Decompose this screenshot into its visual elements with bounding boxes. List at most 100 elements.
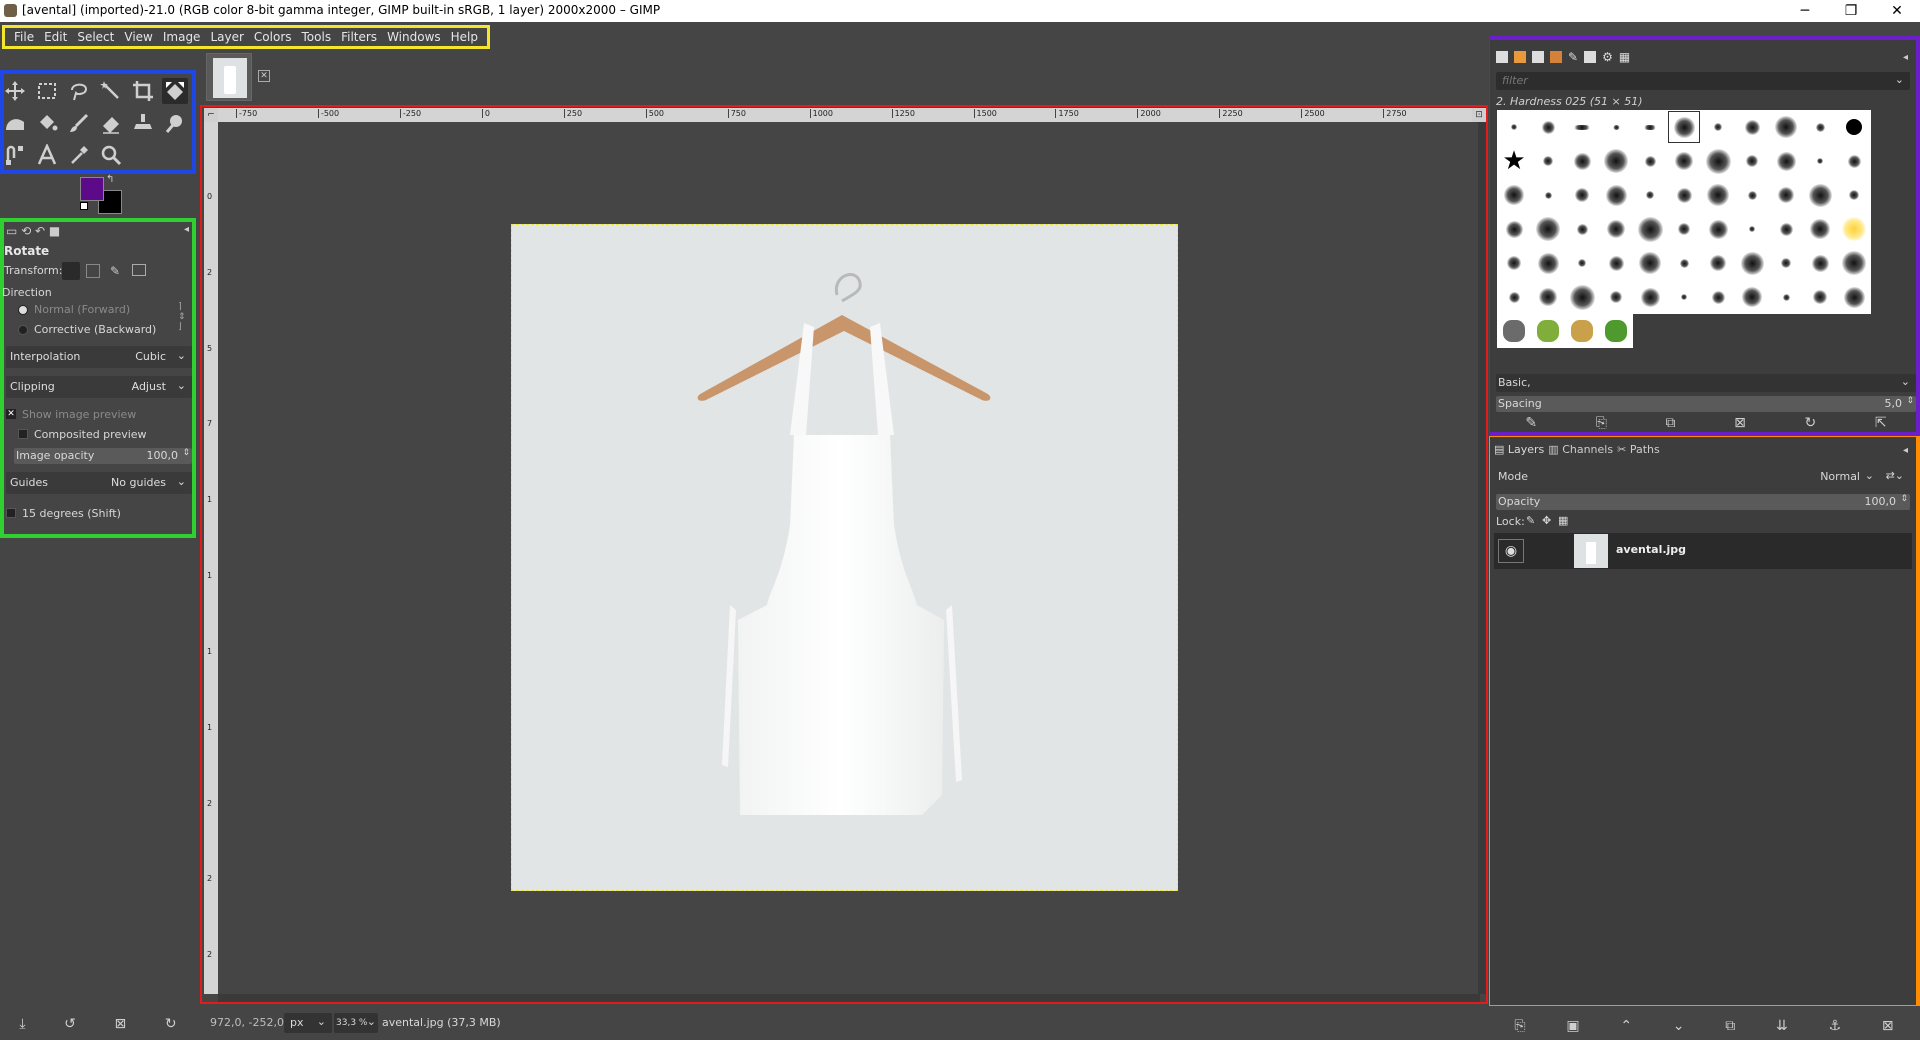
clone-icon[interactable]: [130, 110, 156, 136]
brush-preview[interactable]: [1599, 212, 1633, 246]
lock-pixels-icon[interactable]: ✎: [1526, 514, 1535, 527]
brushes-tab-icon[interactable]: [1496, 51, 1508, 63]
guides-select[interactable]: Guides No guides ⌄: [6, 472, 192, 494]
swap-colors-icon[interactable]: ↰: [106, 174, 114, 185]
paintbrush-icon[interactable]: [66, 110, 92, 136]
brush-preview[interactable]: ★: [1497, 144, 1531, 178]
brush-preview[interactable]: [1565, 314, 1599, 348]
duplicate-layer-icon[interactable]: ⧉: [1725, 1018, 1735, 1034]
eraser-icon[interactable]: [98, 110, 124, 136]
tool-presets-tab-icon[interactable]: ⚙: [1602, 50, 1613, 64]
brush-preview[interactable]: [1497, 178, 1531, 212]
menu-layer[interactable]: Layer: [205, 30, 248, 44]
corrective-backward-radio[interactable]: [18, 325, 28, 335]
mode-switch-icon[interactable]: ⇄⌄: [1886, 469, 1904, 482]
unit-select[interactable]: px ⌄: [284, 1013, 332, 1033]
horizontal-scrollbar[interactable]: [218, 994, 1480, 1002]
zoom-select[interactable]: 33,3 % ⌄: [334, 1013, 378, 1033]
interpolation-select[interactable]: Interpolation Cubic ⌄: [6, 346, 192, 368]
eye-icon[interactable]: ◉: [1498, 539, 1524, 563]
menu-file[interactable]: File: [9, 30, 39, 44]
brush-preview[interactable]: [1701, 280, 1735, 314]
paint-dynamics-tab-icon[interactable]: ✎: [1568, 50, 1578, 64]
palettes-tab-icon[interactable]: [1584, 51, 1597, 63]
brush-preview[interactable]: [1531, 110, 1565, 144]
brush-preview[interactable]: [1701, 110, 1735, 144]
brush-preview[interactable]: [1837, 246, 1871, 280]
transform-layer-button[interactable]: [62, 262, 80, 280]
brush-preview[interactable]: [1667, 178, 1701, 212]
fifteen-degrees-checkbox[interactable]: [6, 508, 16, 518]
brush-grid[interactable]: ★: [1497, 110, 1871, 314]
brush-preview[interactable]: [1633, 110, 1667, 144]
raise-layer-icon[interactable]: ⌃: [1620, 1018, 1632, 1034]
foreground-color-swatch[interactable]: [80, 177, 104, 201]
brush-preview[interactable]: [1599, 110, 1633, 144]
brush-preview[interactable]: [1701, 246, 1735, 280]
fonts-tab-icon[interactable]: [1532, 51, 1544, 63]
normal-forward-radio[interactable]: [18, 305, 28, 315]
delete-layer-icon[interactable]: ⊠: [1882, 1018, 1894, 1034]
vertical-scrollbar[interactable]: [1478, 122, 1486, 994]
tab-paths[interactable]: ✂ Paths: [1617, 443, 1660, 456]
brush-preview[interactable]: [1701, 178, 1735, 212]
gradients-tab-icon[interactable]: [1550, 51, 1562, 63]
brush-preview[interactable]: [1701, 212, 1735, 246]
brush-preview[interactable]: [1735, 110, 1769, 144]
brush-preview[interactable]: [1633, 178, 1667, 212]
brush-preview[interactable]: [1735, 280, 1769, 314]
brush-preview[interactable]: [1599, 144, 1633, 178]
crop-icon[interactable]: [130, 78, 156, 104]
brush-preview[interactable]: [1531, 178, 1565, 212]
rect-select-icon[interactable]: [34, 78, 60, 104]
transform-selection-button[interactable]: [86, 264, 100, 278]
brush-preview[interactable]: [1667, 212, 1701, 246]
spinner-icon[interactable]: ⇕: [182, 448, 190, 458]
apron-image[interactable]: [511, 224, 1178, 891]
brush-preview[interactable]: [1599, 280, 1633, 314]
unified-transform-icon[interactable]: [162, 78, 188, 104]
fuzzy-select-icon[interactable]: [98, 78, 124, 104]
close-window-button[interactable]: ✕: [1874, 0, 1920, 22]
brush-preview[interactable]: [1633, 280, 1667, 314]
lock-alpha-icon[interactable]: ▦: [1558, 514, 1568, 527]
image-opacity-slider[interactable]: Image opacity 100,0 ⇕: [14, 448, 192, 464]
brush-preview[interactable]: [1769, 246, 1803, 280]
show-preview-checkbox[interactable]: ✕: [6, 409, 16, 419]
brush-grid-last-row[interactable]: [1497, 314, 1633, 348]
brush-preview[interactable]: [1837, 280, 1871, 314]
menu-select[interactable]: Select: [72, 30, 119, 44]
brush-preview[interactable]: [1735, 178, 1769, 212]
brush-preview[interactable]: [1803, 110, 1837, 144]
brush-preview[interactable]: [1667, 110, 1701, 144]
menu-filters[interactable]: Filters: [336, 30, 382, 44]
brush-preview[interactable]: [1837, 178, 1871, 212]
transform-path-button[interactable]: ✎: [110, 264, 120, 278]
composited-preview-checkbox[interactable]: [18, 429, 28, 439]
quick-mask-corner[interactable]: ⌐: [204, 108, 218, 122]
images-tab-icon[interactable]: ▦: [1619, 50, 1630, 64]
brush-preview[interactable]: [1803, 246, 1837, 280]
brush-preview[interactable]: [1565, 212, 1599, 246]
brush-preview[interactable]: [1735, 212, 1769, 246]
new-layer-icon[interactable]: ⎘: [1514, 1018, 1525, 1034]
new-layer-group-icon[interactable]: ▣: [1566, 1018, 1579, 1034]
brush-preview[interactable]: [1565, 110, 1599, 144]
lock-position-icon[interactable]: ✥: [1542, 514, 1551, 527]
brush-preview[interactable]: [1565, 246, 1599, 280]
menu-windows[interactable]: Windows: [382, 30, 446, 44]
brush-preview[interactable]: [1599, 246, 1633, 280]
brush-preview[interactable]: [1735, 144, 1769, 178]
brush-preview[interactable]: [1497, 110, 1531, 144]
restore-button[interactable]: ❐: [1828, 0, 1874, 22]
warp-icon[interactable]: [2, 110, 28, 136]
brush-preview[interactable]: [1531, 212, 1565, 246]
image-tab[interactable]: [206, 53, 252, 101]
layer-opacity-slider[interactable]: Opacity 100,0 ⇕: [1496, 494, 1910, 510]
mode-select[interactable]: Normal ⌄: [1806, 467, 1876, 487]
panel-menu-icon[interactable]: ◂: [1903, 445, 1908, 456]
panel-menu-icon[interactable]: ◂: [184, 224, 189, 235]
delete-options-icon[interactable]: ⊠: [115, 1016, 127, 1032]
menu-colors[interactable]: Colors: [249, 30, 297, 44]
move-tool-icon[interactable]: [2, 78, 28, 104]
